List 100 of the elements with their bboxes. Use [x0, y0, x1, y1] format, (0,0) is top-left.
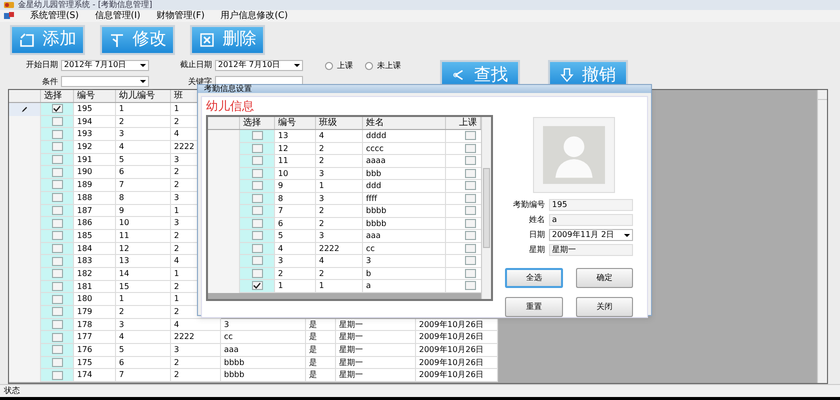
checkbox[interactable] [52, 168, 62, 177]
checkbox[interactable] [52, 117, 62, 126]
checkbox[interactable] [465, 218, 476, 228]
app-icon [4, 1, 14, 9]
checkbox[interactable] [52, 231, 62, 240]
table-cell: bbb [363, 168, 446, 180]
checkbox[interactable] [52, 155, 62, 164]
checkbox[interactable] [52, 269, 62, 278]
radio-button[interactable]: 上课 [325, 60, 353, 72]
row-header[interactable] [9, 103, 41, 116]
checkbox[interactable] [465, 244, 476, 253]
dialog-button[interactable]: 重置 [505, 297, 562, 317]
checkbox[interactable] [465, 144, 476, 153]
checkbox[interactable] [465, 281, 476, 290]
checkbox[interactable] [465, 168, 476, 178]
checkbox[interactable] [52, 282, 62, 291]
column-header[interactable]: 选择 [240, 117, 275, 129]
dialog-button[interactable]: 确定 [576, 268, 633, 288]
column-header[interactable]: 幼儿编号 [116, 90, 171, 102]
text-field[interactable]: 星期一 [549, 244, 633, 256]
checkbox[interactable] [52, 206, 62, 215]
checkbox[interactable] [252, 181, 262, 190]
scrollbar[interactable] [817, 90, 827, 383]
checkbox[interactable] [465, 194, 476, 203]
dialog-title: 考勤信息设置 [204, 85, 252, 93]
table-cell: 10 [275, 168, 316, 180]
scrollbar-thumb[interactable] [483, 168, 490, 248]
table-cell: 3 [171, 344, 221, 357]
date-dropdown[interactable]: 2009年11月 2日 [549, 229, 633, 241]
table-cell: 194 [74, 116, 116, 128]
checkbox[interactable] [52, 294, 62, 304]
table-cell: 星期一 [336, 344, 416, 357]
checkbox[interactable] [52, 244, 62, 253]
table-cell: 1 [116, 103, 171, 116]
column-header[interactable]: 选择 [41, 90, 74, 102]
table-cell: 5 [275, 230, 316, 242]
checkbox[interactable] [465, 206, 476, 216]
checkbox[interactable] [252, 268, 262, 278]
dialog-button[interactable]: 关闭 [576, 297, 633, 317]
checkbox[interactable] [52, 218, 62, 228]
checkbox[interactable] [252, 218, 262, 228]
checkbox[interactable] [52, 142, 62, 152]
scrollbar[interactable] [481, 117, 491, 299]
table-cell: 2 [275, 268, 316, 280]
checkbox[interactable] [252, 131, 262, 140]
menu-item[interactable]: 用户信息修改(C) [220, 12, 288, 20]
row-header[interactable] [208, 280, 240, 292]
column-header[interactable]: 编号 [275, 117, 316, 129]
condition-dropdown[interactable] [61, 76, 149, 88]
column-header[interactable]: 姓名 [363, 117, 446, 129]
checkbox[interactable] [52, 256, 62, 266]
checkbox[interactable] [252, 168, 262, 178]
checkbox[interactable] [252, 244, 262, 253]
checkbox[interactable] [52, 370, 62, 380]
checkbox[interactable] [52, 193, 62, 202]
table-cell: 189 [74, 179, 116, 192]
checkbox[interactable] [52, 104, 62, 114]
row-header[interactable] [9, 116, 41, 128]
checkbox[interactable] [252, 256, 262, 266]
checkbox[interactable] [465, 268, 476, 278]
checkbox[interactable] [52, 332, 62, 342]
row-header[interactable] [9, 369, 41, 382]
dialog-button[interactable]: 全选 [505, 268, 562, 288]
date-dropdown[interactable]: 2012年 7月10日 [215, 60, 303, 71]
date-dropdown[interactable]: 2012年 7月10日 [61, 60, 149, 71]
checkbox[interactable] [252, 231, 262, 240]
radio-button[interactable]: 未上课 [365, 60, 401, 72]
checkbox[interactable] [52, 320, 62, 330]
checkbox[interactable] [465, 156, 476, 166]
checkbox[interactable] [465, 256, 476, 266]
checkbox[interactable] [252, 194, 262, 203]
text-field[interactable]: 195 [549, 199, 633, 211]
checkbox[interactable] [252, 281, 262, 290]
checkbox[interactable] [252, 206, 262, 216]
checkbox[interactable] [52, 180, 62, 190]
table-cell: 185 [74, 230, 116, 243]
row-header[interactable] [208, 130, 240, 142]
checkbox[interactable] [465, 131, 476, 140]
checkbox[interactable] [52, 345, 62, 354]
checkbox[interactable] [52, 307, 62, 316]
table-cell: 2 [316, 218, 363, 230]
field-label: 日期 [528, 229, 545, 241]
text-field[interactable]: a [549, 214, 633, 226]
menu-item[interactable]: 信息管理(I) [94, 12, 140, 20]
checkbox[interactable] [52, 358, 62, 368]
column-header[interactable]: 班级 [316, 117, 363, 129]
column-header[interactable]: 编号 [74, 90, 116, 102]
checkbox[interactable] [252, 144, 262, 153]
table-cell: 3 [275, 255, 316, 268]
x-box-icon [198, 32, 214, 48]
menu-item[interactable]: 财物管理(F) [156, 12, 205, 20]
table-cell: 178 [74, 318, 116, 332]
table-cell: 10 [116, 217, 171, 230]
checkbox[interactable] [252, 156, 262, 166]
menu-item[interactable]: 系统管理(S) [30, 12, 79, 20]
checkbox[interactable] [465, 181, 476, 190]
table-cell: 192 [74, 141, 116, 154]
table-cell: aaaa [363, 155, 446, 168]
checkbox[interactable] [465, 231, 476, 240]
checkbox[interactable] [52, 130, 62, 139]
